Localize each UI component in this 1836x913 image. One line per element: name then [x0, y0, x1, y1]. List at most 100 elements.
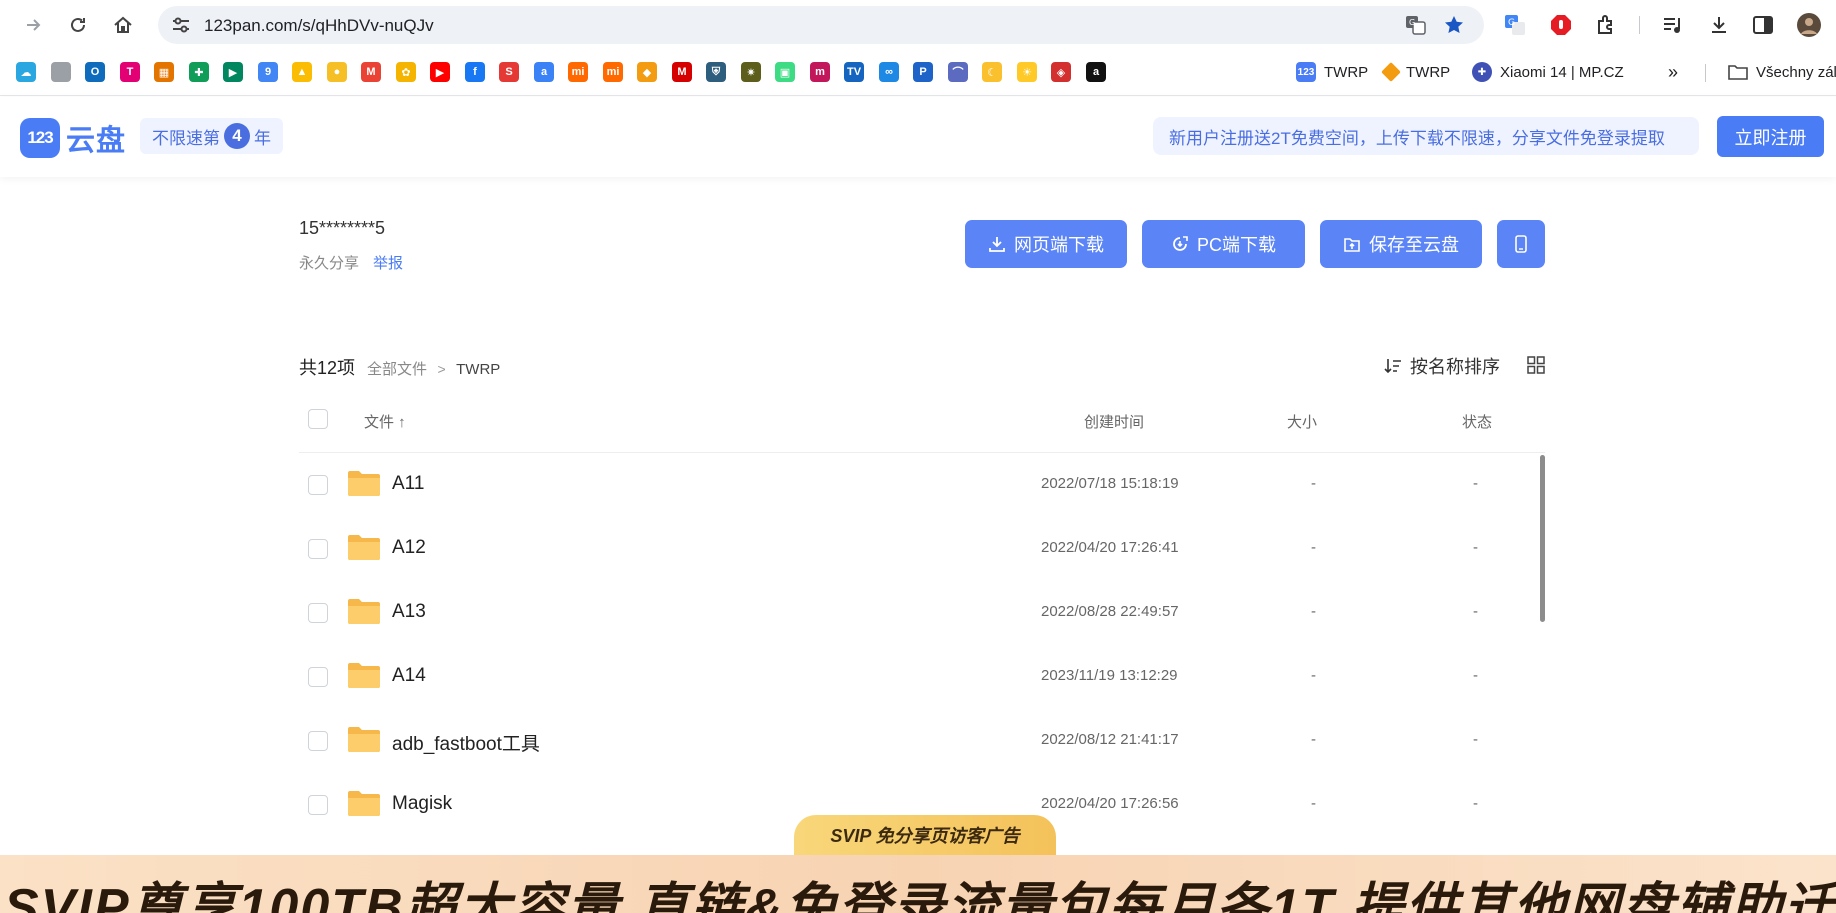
weather-icon[interactable]: ☀: [1017, 62, 1037, 82]
file-created: 2022/04/20 17:26:41: [1041, 539, 1179, 556]
side-panel-icon[interactable]: [1750, 12, 1776, 38]
column-name[interactable]: 文件 ↑: [364, 411, 406, 432]
downloads-icon[interactable]: [1706, 12, 1732, 38]
svip-ad-tab[interactable]: SVIP 免分享页访客广告: [794, 815, 1056, 855]
save-to-cloud-button[interactable]: 保存至云盘: [1320, 220, 1482, 268]
file-name[interactable]: Magisk: [392, 793, 452, 815]
file-name[interactable]: A14: [392, 665, 426, 687]
profile-avatar[interactable]: [1796, 12, 1822, 38]
reload-button[interactable]: [62, 9, 94, 41]
twrp-diamond-icon[interactable]: ◆: [637, 62, 657, 82]
google-calendar-icon[interactable]: 9: [258, 62, 278, 82]
s-logo-icon[interactable]: S: [499, 62, 519, 82]
row-checkbox[interactable]: [308, 539, 328, 559]
moon-icon[interactable]: ☾: [982, 62, 1002, 82]
m-magenta-icon[interactable]: m: [810, 62, 830, 82]
file-name[interactable]: A12: [392, 537, 426, 559]
amazon-icon[interactable]: a: [1086, 62, 1106, 82]
youtube-icon[interactable]: ▶: [430, 62, 450, 82]
register-button[interactable]: 立即注册: [1717, 116, 1824, 157]
column-size[interactable]: 大小: [1287, 411, 1317, 432]
address-bar[interactable]: 123pan.com/s/qHhDVv-nuQJv G: [158, 6, 1484, 44]
bookmark-twrp[interactable]: TWRP: [1381, 61, 1450, 83]
file-status: -: [1473, 603, 1478, 620]
ad-area: SVIP 免分享页访客广告 SVIP尊享100TB超大容量 直链&免登录流量包每…: [0, 815, 1836, 913]
bookmark-star-icon[interactable]: [1442, 14, 1466, 36]
file-name[interactable]: A13: [392, 601, 426, 623]
table-row[interactable]: A11 2022/07/18 15:18:19 - -: [299, 453, 1539, 517]
promo-tag: 不限速第 4 年: [140, 118, 283, 154]
google-keep-icon[interactable]: ●: [327, 62, 347, 82]
mobile-button[interactable]: [1497, 220, 1545, 268]
logo[interactable]: 123 云盘: [20, 117, 126, 159]
p-blue-icon[interactable]: P: [913, 62, 933, 82]
file-status: -: [1473, 475, 1478, 492]
wetransfer-icon[interactable]: ☁: [16, 62, 36, 82]
extensions-icon[interactable]: [1593, 12, 1619, 38]
file-size: -: [1311, 475, 1316, 492]
outlook-icon[interactable]: O: [85, 62, 105, 82]
breadcrumb-root[interactable]: 全部文件: [367, 361, 427, 378]
table-row[interactable]: A14 2023/11/19 13:12:29 - -: [299, 645, 1539, 709]
home-button[interactable]: [107, 9, 139, 41]
table-row[interactable]: A13 2022/08/28 22:49:57 - -: [299, 581, 1539, 645]
gmail-icon[interactable]: M: [361, 62, 381, 82]
xiaomi-icon[interactable]: mi: [568, 62, 588, 82]
infinity-icon[interactable]: ∞: [879, 62, 899, 82]
web-download-button[interactable]: 网页端下载: [965, 220, 1127, 268]
google-photos-icon[interactable]: ✿: [396, 62, 416, 82]
pc-download-button[interactable]: PC端下载: [1142, 220, 1305, 268]
file-size: -: [1311, 795, 1316, 812]
m-red-icon[interactable]: M: [672, 62, 692, 82]
bookmark-xiaomi-14[interactable]: ✚ Xiaomi 14 | MP.CZ: [1472, 61, 1624, 83]
row-checkbox[interactable]: [308, 667, 328, 687]
xiaomi-icon[interactable]: mi: [603, 62, 623, 82]
grid-view-icon[interactable]: [1527, 356, 1545, 374]
forward-button[interactable]: [18, 9, 50, 41]
google-drive-icon[interactable]: ▲: [292, 62, 312, 82]
all-bookmarks-folder[interactable]: Všechny zálo: [1728, 61, 1836, 83]
facebook-icon[interactable]: f: [465, 62, 485, 82]
file-size: -: [1311, 603, 1316, 620]
google-play-icon[interactable]: ▶: [223, 62, 243, 82]
table-row[interactable]: A12 2022/04/20 17:26:41 - -: [299, 517, 1539, 581]
folder-outline-icon: [1728, 65, 1748, 80]
apple-icon[interactable]: [51, 62, 71, 82]
sort-button[interactable]: 按名称排序: [1384, 353, 1500, 379]
tv-icon[interactable]: TV: [844, 62, 864, 82]
browser-toolbar: 123pan.com/s/qHhDVv-nuQJv G G: [0, 0, 1836, 50]
column-created[interactable]: 创建时间: [1084, 411, 1144, 432]
more-bookmarks-button[interactable]: »: [1668, 61, 1678, 83]
row-checkbox[interactable]: [308, 795, 328, 815]
google-sheets-icon[interactable]: ✚: [189, 62, 209, 82]
row-checkbox[interactable]: [308, 603, 328, 623]
row-checkbox[interactable]: [308, 731, 328, 751]
calendar-icon[interactable]: ▦: [154, 62, 174, 82]
file-status: -: [1473, 539, 1478, 556]
shield-icon[interactable]: ⛨: [706, 62, 726, 82]
row-checkbox[interactable]: [308, 475, 328, 495]
rainbow-icon[interactable]: ⌒: [948, 62, 968, 82]
toolbar-divider: [1639, 16, 1640, 34]
google-translate-ext-icon[interactable]: G: [1502, 12, 1528, 38]
android-icon[interactable]: ▣: [775, 62, 795, 82]
telekom-icon[interactable]: T: [120, 62, 140, 82]
file-name[interactable]: adb_fastboot工具: [392, 729, 540, 756]
file-name[interactable]: A11: [392, 473, 424, 495]
table-row[interactable]: adb_fastboot工具 2022/08/12 21:41:17 - -: [299, 709, 1539, 773]
adblock-icon[interactable]: [1548, 12, 1574, 38]
cube-icon[interactable]: ◈: [1051, 62, 1071, 82]
translate-icon[interactable]: a: [534, 62, 554, 82]
translate-icon[interactable]: G: [1404, 14, 1428, 36]
svip-ad-banner[interactable]: SVIP尊享100TB超大容量 直链&免登录流量包每月各1T 提供其他网盘辅助迁…: [0, 855, 1836, 913]
list-scrollbar[interactable]: [1540, 455, 1545, 622]
media-control-icon[interactable]: [1660, 12, 1686, 38]
signup-notice[interactable]: 新用户注册送2T免费空间，上传下载不限速，分享文件免登录提取: [1153, 117, 1699, 155]
download-icon: [989, 237, 1005, 252]
bookmark-twrp-123pan[interactable]: 123 TWRP: [1296, 61, 1368, 83]
folder-icon: [348, 599, 380, 624]
site-settings-icon[interactable]: [170, 15, 192, 35]
select-all-checkbox[interactable]: [308, 409, 328, 429]
emblem-icon[interactable]: ✷: [741, 62, 761, 82]
report-link[interactable]: 举报: [373, 252, 403, 273]
